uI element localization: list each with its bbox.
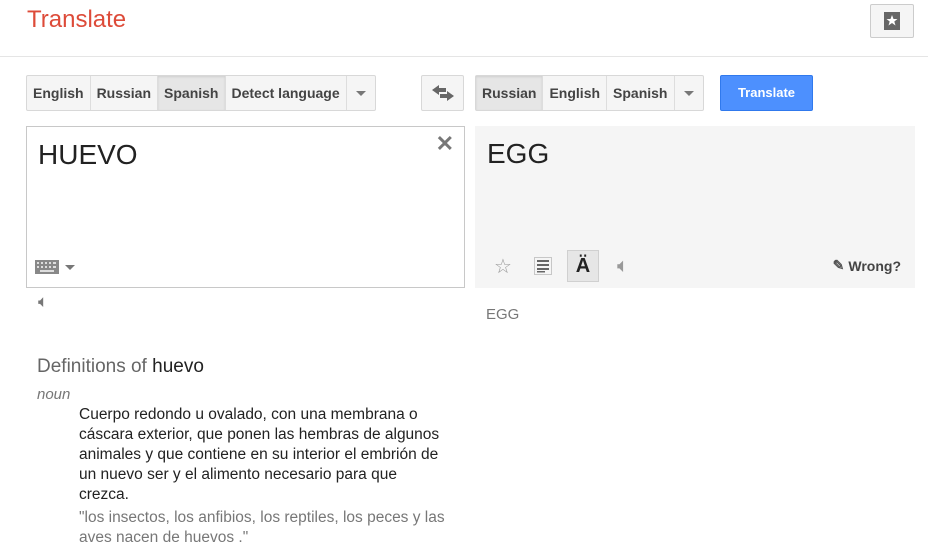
chevron-down-icon (355, 90, 366, 96)
swap-languages-button[interactable] (421, 75, 464, 111)
source-language-bar: English Russian Spanish Detect language (26, 75, 376, 111)
transliteration: EGG (486, 306, 520, 323)
header-divider (0, 56, 928, 57)
definitions-word: huevo (152, 356, 204, 377)
definitions-heading-prefix: Definitions of (37, 356, 147, 377)
transliteration-toggle-icon[interactable]: Ä (567, 250, 599, 282)
keyboard-icon (35, 260, 59, 274)
definition-example: "los insectos, los anfibios, los reptile… (79, 509, 445, 546)
translate-button[interactable]: Translate (720, 75, 813, 111)
input-tools-button[interactable] (35, 260, 75, 274)
star-icon[interactable]: ☆ (487, 250, 519, 282)
target-lang-english[interactable]: English (543, 76, 608, 110)
target-listen-icon[interactable]: 🔈︎ (607, 250, 639, 282)
source-listen-icon[interactable]: 🔈︎ (38, 292, 48, 312)
pencil-icon: ✎ (832, 257, 845, 273)
select-all-icon[interactable] (527, 250, 559, 282)
phrasebook-button[interactable] (870, 4, 914, 38)
source-text-area[interactable]: HUEVO ✕ (26, 126, 465, 288)
chevron-down-icon (65, 264, 75, 270)
translation-result-area: EGG ☆ Ä 🔈︎ ✎ Wrong? (475, 126, 915, 288)
translation-toolbar: ☆ Ä 🔈︎ (487, 250, 639, 282)
target-language-bar: Russian English Spanish (475, 75, 704, 111)
swap-icon (431, 85, 454, 101)
wrong-label: Wrong? (848, 257, 901, 274)
part-of-speech: noun (37, 386, 71, 403)
app-title: Translate (27, 6, 127, 33)
definition-text: Cuerpo redondo u ovalado, con una membra… (79, 406, 440, 503)
target-lang-russian[interactable]: Russian (476, 76, 544, 110)
source-lang-dropdown[interactable] (347, 76, 375, 110)
phrasebook-icon (884, 12, 900, 30)
definitions-heading: Definitions of huevo (37, 356, 204, 378)
target-lang-spanish[interactable]: Spanish (607, 76, 675, 110)
source-text[interactable]: HUEVO (38, 139, 138, 171)
clear-icon[interactable]: ✕ (436, 131, 454, 157)
source-lang-spanish[interactable]: Spanish (158, 76, 226, 110)
wrong-button[interactable]: ✎ Wrong? (833, 257, 901, 274)
source-lang-english[interactable]: English (27, 76, 91, 110)
source-lang-detect[interactable]: Detect language (226, 76, 347, 110)
translation-text: EGG (487, 138, 550, 169)
target-lang-dropdown[interactable] (675, 76, 703, 110)
chevron-down-icon (683, 90, 694, 96)
source-lang-russian[interactable]: Russian (91, 76, 159, 110)
